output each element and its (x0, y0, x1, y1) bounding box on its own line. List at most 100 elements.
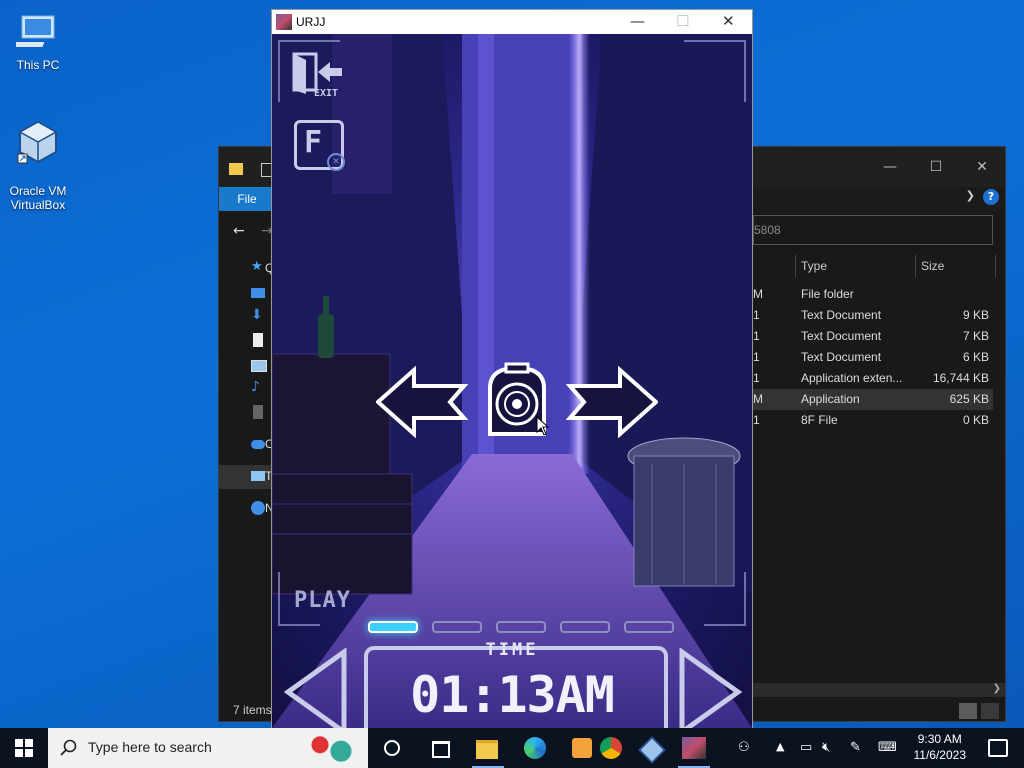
desktop-icon-virtualbox[interactable]: Oracle VM VirtualBox (0, 104, 76, 212)
column-size[interactable]: Size (921, 259, 944, 273)
this-pc-icon (251, 471, 265, 481)
game-app-icon (682, 737, 706, 759)
nav-item-videos[interactable] (219, 401, 279, 425)
flashlight-f-button[interactable]: F ✕ (294, 120, 345, 171)
exit-button[interactable]: EXIT (290, 50, 344, 106)
people-icon[interactable]: ⚇ (738, 740, 750, 755)
search-icon (60, 739, 77, 756)
file-row[interactable]: 1 8F File 0 KB (753, 410, 993, 431)
search-placeholder: Type here to search (88, 739, 212, 755)
chevron-down-icon[interactable]: ❯ (966, 189, 975, 202)
network-icon[interactable]: ▭ (800, 740, 812, 755)
file-row[interactable]: 1 Text Document 7 KB (753, 326, 993, 347)
page-dot[interactable] (432, 621, 482, 633)
chevron-up-icon[interactable]: ▲ (776, 740, 784, 753)
status-bar-count: 7 items (233, 703, 272, 717)
page-dot[interactable] (496, 621, 546, 633)
nav-item-downloads[interactable]: ⬇ (219, 305, 279, 329)
edge-icon (524, 737, 546, 759)
page-dot[interactable] (624, 621, 674, 633)
search-box[interactable]: Type here to search (48, 728, 368, 768)
close-button[interactable]: ✕ (722, 12, 735, 30)
help-icon[interactable]: ? (983, 189, 999, 205)
nav-item-pictures[interactable] (219, 353, 279, 377)
chrome-icon (600, 737, 622, 759)
clock[interactable]: 9:30 AM 11/6/2023 (914, 731, 967, 763)
taskbar-virtualbox[interactable] (628, 728, 676, 768)
file-row[interactable]: 1 Application exten... 16,744 KB (753, 368, 993, 389)
game-titlebar[interactable]: URJJ — ☐ ✕ (272, 10, 752, 34)
nav-item-desktop[interactable] (219, 281, 279, 305)
keyboard-icon[interactable]: ⌨ (878, 740, 897, 755)
folder-icon (476, 740, 498, 759)
file-row[interactable]: M File folder (753, 284, 993, 305)
file-list: M File folder 1 Text Document 9 KB 1 Tex… (753, 284, 993, 431)
back-button[interactable]: ← (233, 223, 245, 239)
close-button[interactable]: ✕ (959, 159, 1005, 175)
page-indicator (368, 621, 674, 633)
network-icon (251, 501, 265, 515)
large-icons-view-button[interactable] (981, 703, 999, 719)
cortana-button[interactable] (368, 728, 416, 768)
game-window: URJJ — ☐ ✕ EXIT F ✕ PLAY TIME 01:13AM (272, 10, 752, 728)
page-dot[interactable] (560, 621, 610, 633)
close-mini-icon: ✕ (327, 153, 345, 171)
nav-item-onedrive[interactable]: O (219, 433, 279, 457)
desktop-icon-this-pc[interactable]: This PC (0, 10, 76, 72)
column-type[interactable]: Type (801, 259, 827, 273)
task-view-icon (432, 741, 450, 758)
desktop-icon-label: This PC (16, 58, 60, 72)
chevron-right-icon[interactable]: ❯ (993, 683, 1001, 694)
nav-item-network[interactable]: N (219, 497, 279, 521)
column-header: Type Size (753, 255, 997, 277)
search-highlight-icon (292, 732, 362, 764)
arrow-right-button[interactable] (566, 366, 658, 438)
file-row[interactable]: 1 Text Document 9 KB (753, 305, 993, 326)
quick-access-icon: ★ (251, 259, 263, 274)
minimize-button[interactable]: — (867, 159, 913, 175)
frame-corner (704, 572, 746, 626)
volume-muted-icon[interactable]: 🔇︎ (822, 740, 830, 755)
nav-item-music[interactable]: ♪ (219, 377, 279, 401)
time-next-button[interactable] (676, 648, 742, 728)
task-view-button[interactable] (416, 728, 464, 768)
file-row-selected[interactable]: M Application 625 KB (753, 389, 993, 410)
start-button[interactable] (0, 728, 48, 768)
taskbar-file-explorer[interactable] (464, 728, 512, 768)
file-row[interactable]: 1 Text Document 6 KB (753, 347, 993, 368)
play-label[interactable]: PLAY (294, 588, 351, 613)
nav-item-documents[interactable] (219, 329, 279, 353)
desktop-icon-label: Oracle VM VirtualBox (9, 184, 67, 212)
pen-icon[interactable]: ✎ (850, 740, 861, 755)
taskbar: Type here to search ⚇ ▲ ▭ 🔇︎ ✎ ⌨ 9:30 AM… (0, 728, 1024, 768)
computer-icon (16, 15, 55, 47)
window-title: URJJ (296, 15, 326, 29)
arrow-left-button[interactable] (376, 366, 468, 438)
exit-label: EXIT (314, 88, 339, 99)
notification-icon[interactable] (988, 739, 1008, 757)
maximize-button[interactable]: ☐ (913, 159, 959, 175)
details-view-button[interactable] (959, 703, 977, 719)
mouse-cursor-icon (536, 416, 550, 436)
nav-item-quick-access[interactable]: ★ Q (219, 257, 279, 281)
virtualbox-icon (17, 120, 58, 164)
cortana-icon (384, 740, 400, 756)
page-dot-active[interactable] (368, 621, 418, 633)
virtualbox-icon (638, 736, 666, 764)
nav-item-this-pc[interactable]: T (219, 465, 279, 489)
music-icon: ♪ (251, 379, 260, 395)
folder-icon (229, 163, 243, 175)
minimize-button[interactable]: — (630, 12, 645, 30)
game-scene: EXIT F ✕ PLAY TIME 01:13AM (272, 34, 752, 728)
horizontal-scrollbar[interactable]: ❯ (753, 683, 1005, 697)
file-tab[interactable]: File (219, 187, 275, 211)
forward-button[interactable]: → (261, 223, 273, 239)
onedrive-icon (251, 440, 265, 449)
downloads-icon: ⬇ (251, 307, 263, 323)
taskbar-edge[interactable] (512, 728, 560, 768)
maximize-button[interactable]: ☐ (676, 12, 689, 30)
taskbar-game-app[interactable] (670, 728, 718, 768)
navigation-pane: ★ Q ⬇ ♪ O T N (219, 257, 279, 521)
address-bar[interactable]: 5808 (753, 215, 993, 245)
videos-icon (253, 405, 263, 419)
